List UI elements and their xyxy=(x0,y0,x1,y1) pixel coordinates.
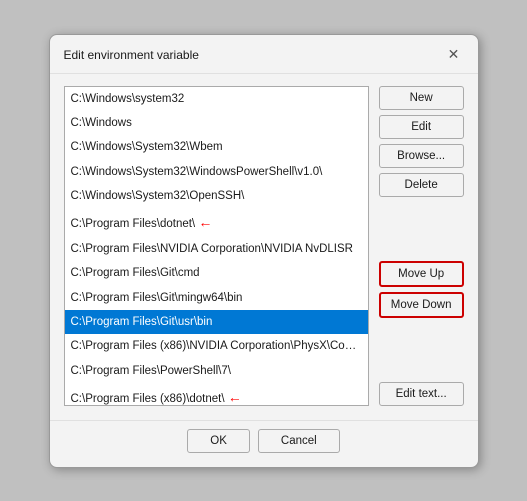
list-item[interactable]: C:\Windows\System32\WindowsPowerShell\v1… xyxy=(65,160,368,184)
list-item[interactable]: C:\Program Files\NVIDIA Corporation\NVID… xyxy=(65,237,368,261)
env-var-list[interactable]: C:\Windows\system32C:\WindowsC:\Windows\… xyxy=(64,86,369,406)
title-bar: Edit environment variable ✕ xyxy=(50,35,478,74)
edit-button[interactable]: Edit xyxy=(379,115,464,139)
dialog-footer: OK Cancel xyxy=(50,420,478,467)
ok-button[interactable]: OK xyxy=(187,429,250,453)
dialog-content: C:\Windows\system32C:\WindowsC:\Windows\… xyxy=(50,74,478,418)
list-item[interactable]: C:\Program Files\PowerShell\7\ xyxy=(65,359,368,383)
action-buttons: New Edit Browse... Delete Move Up Move D… xyxy=(379,86,464,406)
new-button[interactable]: New xyxy=(379,86,464,110)
list-item[interactable]: C:\Windows\System32\OpenSSH\ xyxy=(65,184,368,208)
move-down-button[interactable]: Move Down xyxy=(379,292,464,318)
move-up-button[interactable]: Move Up xyxy=(379,261,464,287)
list-item[interactable]: C:\Program Files\dotnet\ ← xyxy=(65,208,368,236)
list-item[interactable]: C:\Program Files (x86)\NVIDIA Corporatio… xyxy=(65,334,368,358)
list-item[interactable]: C:\Windows\System32\Wbem xyxy=(65,135,368,159)
list-item[interactable]: C:\Program Files (x86)\dotnet\ ← xyxy=(65,383,368,405)
cancel-button[interactable]: Cancel xyxy=(258,429,340,453)
delete-button[interactable]: Delete xyxy=(379,173,464,197)
list-item[interactable]: C:\Program Files\Git\usr\bin xyxy=(65,310,368,334)
list-item[interactable]: C:\Program Files\Git\cmd xyxy=(65,261,368,285)
list-item[interactable]: C:\Windows xyxy=(65,111,368,135)
list-item[interactable]: C:\Program Files\Git\mingw64\bin xyxy=(65,286,368,310)
browse-button[interactable]: Browse... xyxy=(379,144,464,168)
dialog-title: Edit environment variable xyxy=(64,48,199,62)
edit-env-var-dialog: Edit environment variable ✕ C:\Windows\s… xyxy=(49,34,479,468)
edit-text-button[interactable]: Edit text... xyxy=(379,382,464,406)
list-item[interactable]: C:\Windows\system32 xyxy=(65,87,368,111)
close-button[interactable]: ✕ xyxy=(444,45,464,65)
